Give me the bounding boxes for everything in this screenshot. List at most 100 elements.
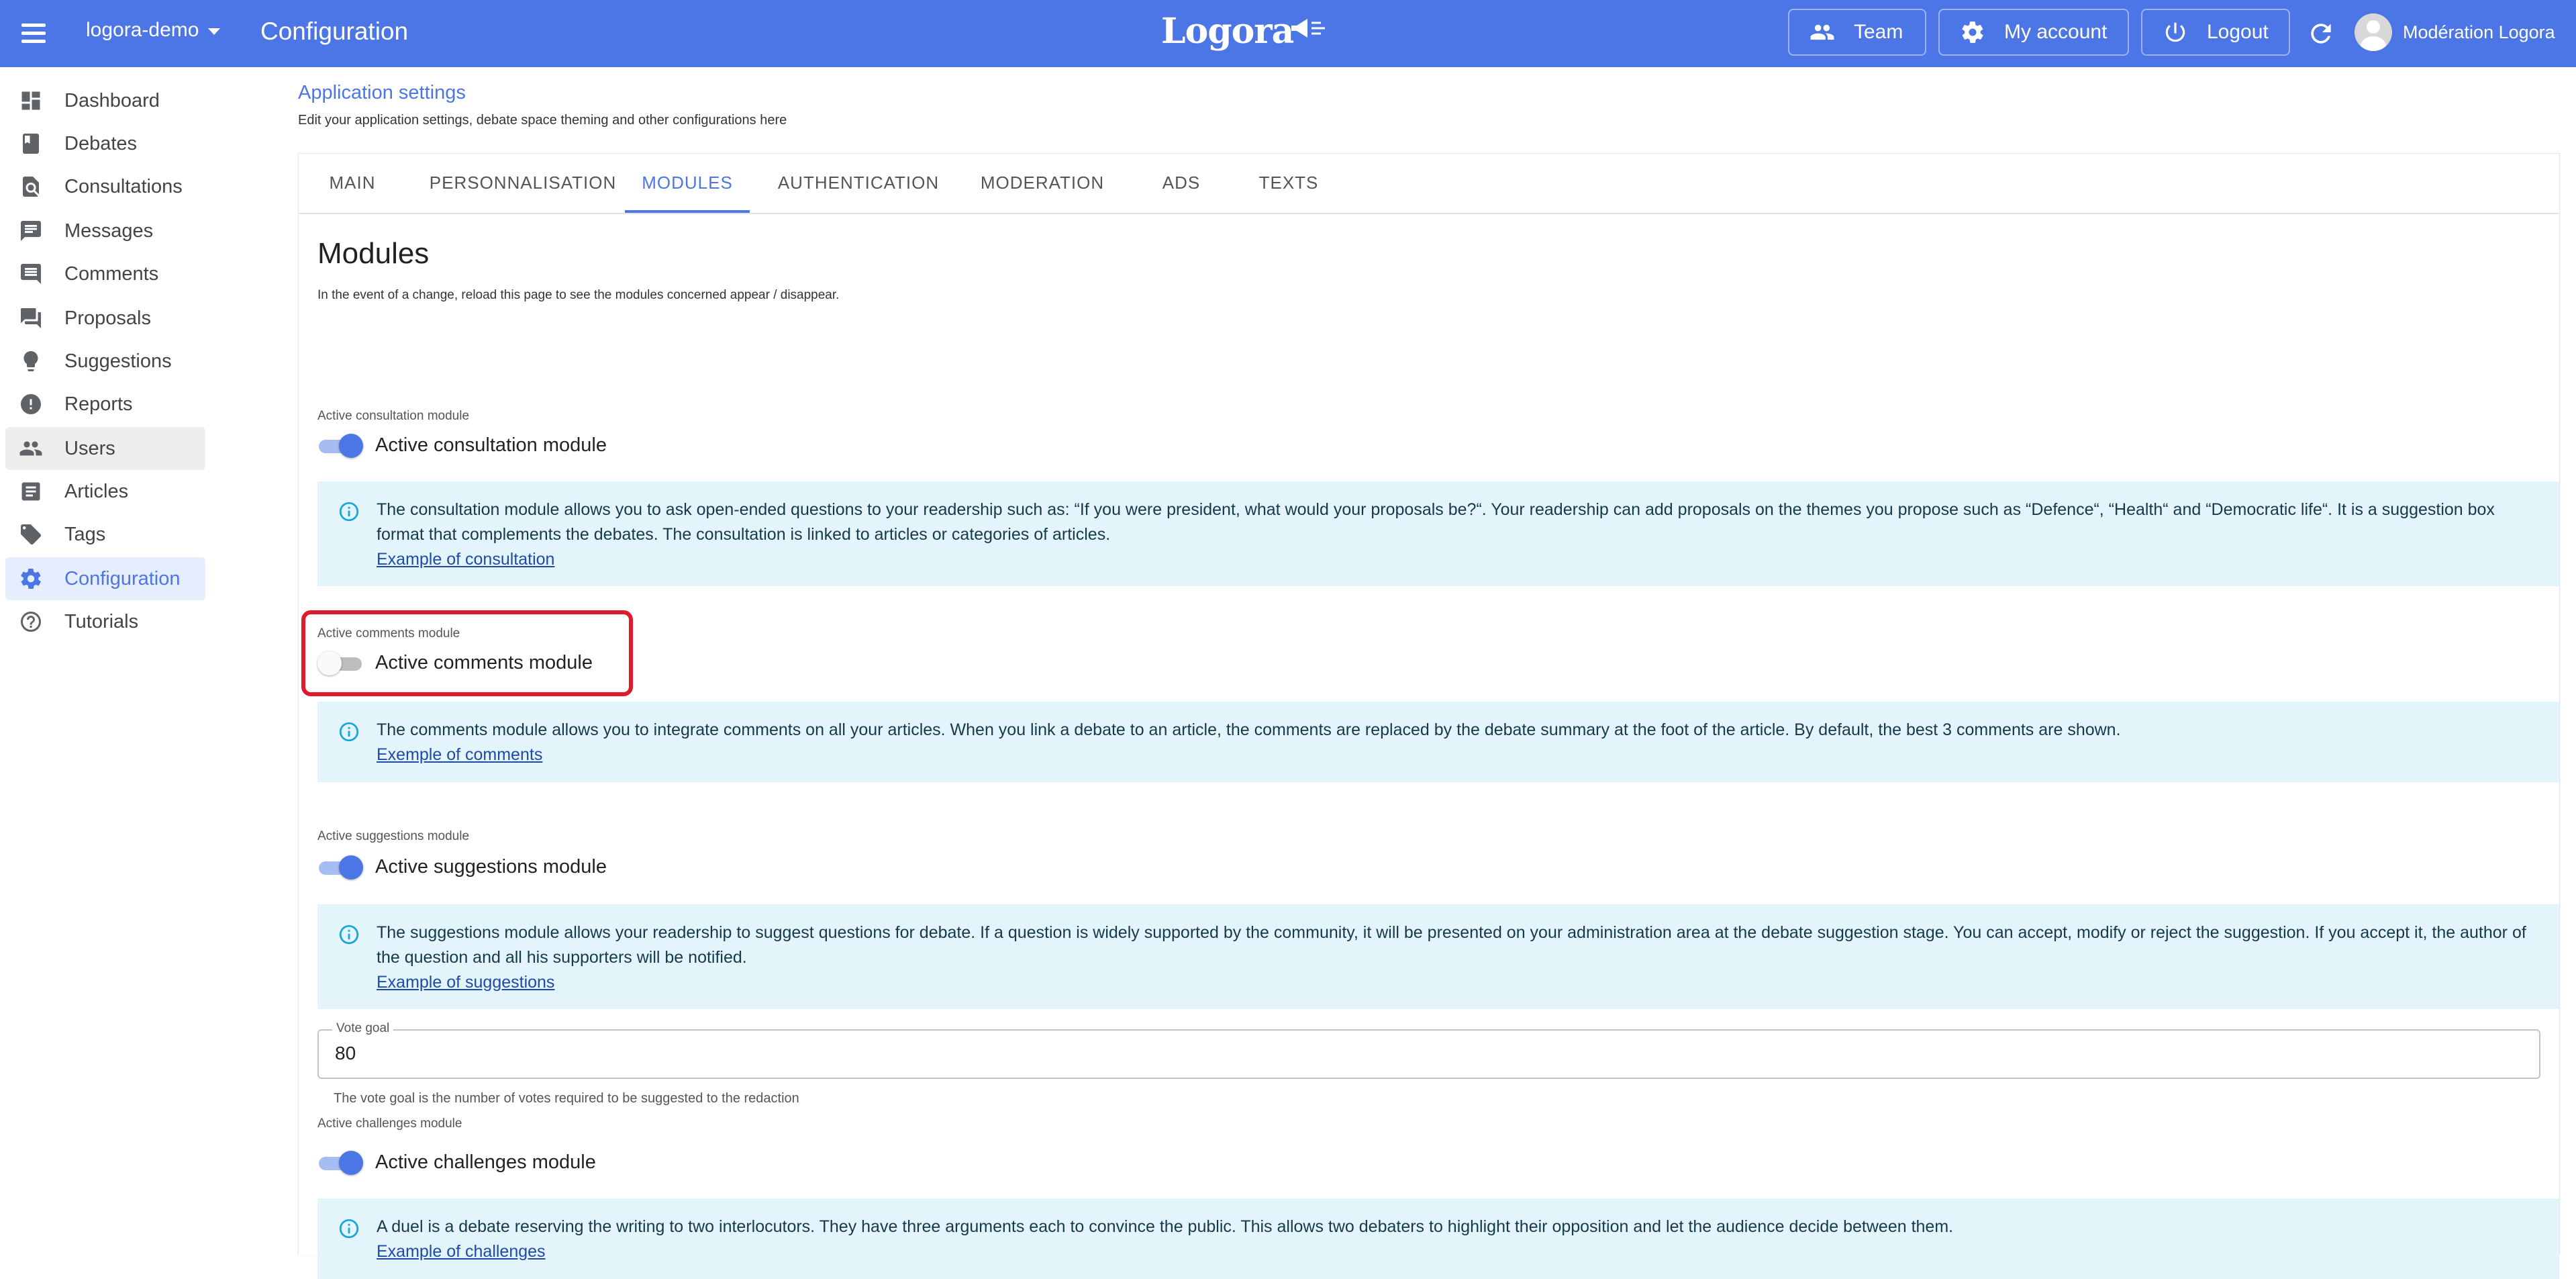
challenges-section-label: Active challenges module xyxy=(317,1117,462,1131)
vote-goal-input[interactable]: 80 xyxy=(335,1043,356,1064)
sidebar-item-tutorials[interactable]: Tutorials xyxy=(5,600,205,643)
section-subtitle: Edit your application settings, debate s… xyxy=(298,113,787,128)
highlight-box xyxy=(301,610,633,696)
megaphone-icon xyxy=(1289,15,1329,48)
book-icon xyxy=(19,132,43,156)
sidebar-item-label: Debates xyxy=(64,132,138,154)
vote-goal-helper-text: The vote goal is the number of votes req… xyxy=(334,1091,799,1106)
sidebar-item-tags[interactable]: Tags xyxy=(5,513,205,556)
sidebar-item-configuration[interactable]: Configuration xyxy=(5,557,205,600)
sidebar-item-consultations[interactable]: Consultations xyxy=(5,165,205,208)
suggestions-info-box: The suggestions module allows your reade… xyxy=(317,904,2559,1009)
consultation-section-label: Active consultation module xyxy=(317,409,470,423)
suggestions-section-label: Active suggestions module xyxy=(317,829,470,843)
search-document-icon xyxy=(19,175,43,199)
info-icon xyxy=(338,1217,360,1240)
suggestions-switch-label: Active suggestions module xyxy=(375,856,607,878)
tab-texts[interactable]: TEXTS xyxy=(1232,154,1346,213)
challenges-info-box: A duel is a debate reserving the writing… xyxy=(317,1198,2559,1279)
switch-thumb xyxy=(339,434,363,458)
logout-button[interactable]: Logout xyxy=(2141,9,2290,56)
page-title: Configuration xyxy=(260,17,409,45)
sidebar-item-label: Reports xyxy=(64,393,133,415)
sidebar-item-label: Suggestions xyxy=(64,350,172,372)
tab-moderation[interactable]: MODERATION xyxy=(955,154,1130,213)
tag-icon xyxy=(19,522,43,547)
team-button[interactable]: Team xyxy=(1788,9,1926,56)
sidebar-item-comments[interactable]: Comments xyxy=(5,252,205,295)
section-title: Application settings xyxy=(298,82,466,103)
info-icon xyxy=(338,500,360,523)
comments-info-box: The comments module allows you to integr… xyxy=(317,702,2559,782)
comment-icon xyxy=(19,262,43,286)
modules-heading: Modules xyxy=(317,237,430,270)
tab-bar: MAIN PERSONNALISATION MODULES AUTHENTICA… xyxy=(299,154,2559,214)
forum-icon xyxy=(19,306,43,330)
chevron-down-icon xyxy=(208,28,221,35)
sidebar-item-label: Dashboard xyxy=(64,89,160,111)
sidebar-item-dashboard[interactable]: Dashboard xyxy=(5,79,205,122)
gear-icon xyxy=(1962,21,1983,43)
user-menu[interactable]: Modération Logora xyxy=(2355,13,2555,51)
sidebar-item-users[interactable]: Users xyxy=(5,427,205,470)
dashboard-icon xyxy=(19,89,43,113)
sidebar-item-label: Proposals xyxy=(64,307,151,329)
tenant-name: logora-demo xyxy=(86,19,199,41)
article-icon xyxy=(19,479,43,504)
consultation-switch-label: Active consultation module xyxy=(375,434,607,456)
hamburger-menu-icon[interactable] xyxy=(19,19,48,48)
refresh-icon[interactable] xyxy=(2306,19,2336,48)
sidebar-item-articles[interactable]: Articles xyxy=(5,470,205,513)
lightbulb-icon xyxy=(19,349,43,373)
people-icon xyxy=(1810,24,1834,40)
user-name: Modération Logora xyxy=(2403,21,2555,42)
comments-example-link[interactable]: Exemple of comments xyxy=(377,743,2539,767)
my-account-label: My account xyxy=(2004,21,2108,43)
settings-card: MAIN PERSONNALISATION MODULES AUTHENTICA… xyxy=(298,153,2560,1279)
suggestions-module-toggle[interactable] xyxy=(317,853,364,880)
my-account-button[interactable]: My account xyxy=(1938,9,2129,56)
gear-icon xyxy=(19,567,43,591)
consultation-example-link[interactable]: Example of consultation xyxy=(377,547,2539,572)
logout-label: Logout xyxy=(2207,21,2269,43)
consultation-info-box: The consultation module allows you to as… xyxy=(317,481,2559,586)
team-label: Team xyxy=(1854,21,1903,43)
sidebar-item-label: Tutorials xyxy=(64,610,139,632)
sidebar-item-label: Consultations xyxy=(64,175,183,197)
sidebar-item-label: Tags xyxy=(64,523,106,545)
suggestions-info-text: The suggestions module allows your reade… xyxy=(377,923,2526,967)
vote-goal-field[interactable]: Vote goal 80 xyxy=(317,1021,2540,1079)
challenges-info-text: A duel is a debate reserving the writing… xyxy=(377,1217,1954,1236)
tab-main[interactable]: MAIN xyxy=(299,154,406,213)
tab-personnalisation[interactable]: PERSONNALISATION xyxy=(414,154,632,213)
info-icon xyxy=(338,923,360,946)
sidebar-item-proposals[interactable]: Proposals xyxy=(5,297,205,340)
challenges-module-toggle[interactable] xyxy=(317,1149,364,1176)
tenant-selector[interactable]: logora-demo xyxy=(86,19,221,42)
sidebar-item-label: Messages xyxy=(64,220,154,242)
sidebar-item-label: Configuration xyxy=(64,567,181,589)
sidebar-item-reports[interactable]: Reports xyxy=(5,383,205,426)
tab-modules[interactable]: MODULES xyxy=(625,154,750,213)
comments-info-text: The comments module allows you to integr… xyxy=(377,720,2121,739)
sidebar: Dashboard Debates Consultations Messages… xyxy=(0,67,215,1243)
power-icon xyxy=(2165,22,2185,42)
top-app-bar: logora-demo Configuration Logora Team My… xyxy=(0,0,2576,67)
message-icon xyxy=(19,219,43,243)
challenges-switch-label: Active challenges module xyxy=(375,1151,596,1173)
sidebar-item-suggestions[interactable]: Suggestions xyxy=(5,340,205,383)
tab-ads[interactable]: ADS xyxy=(1131,154,1232,213)
sidebar-item-messages[interactable]: Messages xyxy=(5,209,205,252)
people-icon xyxy=(19,436,43,461)
modules-subtitle: In the event of a change, reload this pa… xyxy=(317,288,840,302)
consultation-info-text: The consultation module allows you to as… xyxy=(377,500,2495,544)
suggestions-example-link[interactable]: Example of suggestions xyxy=(377,970,2539,995)
sidebar-item-label: Articles xyxy=(64,480,129,502)
sidebar-item-debates[interactable]: Debates xyxy=(5,122,205,165)
switch-thumb xyxy=(339,1151,363,1175)
vote-goal-label: Vote goal xyxy=(332,1021,394,1036)
tab-authentication[interactable]: AUTHENTICATION xyxy=(762,154,955,213)
sidebar-item-label: Users xyxy=(64,437,115,459)
consultation-module-toggle[interactable] xyxy=(317,432,364,459)
help-icon xyxy=(19,610,43,634)
